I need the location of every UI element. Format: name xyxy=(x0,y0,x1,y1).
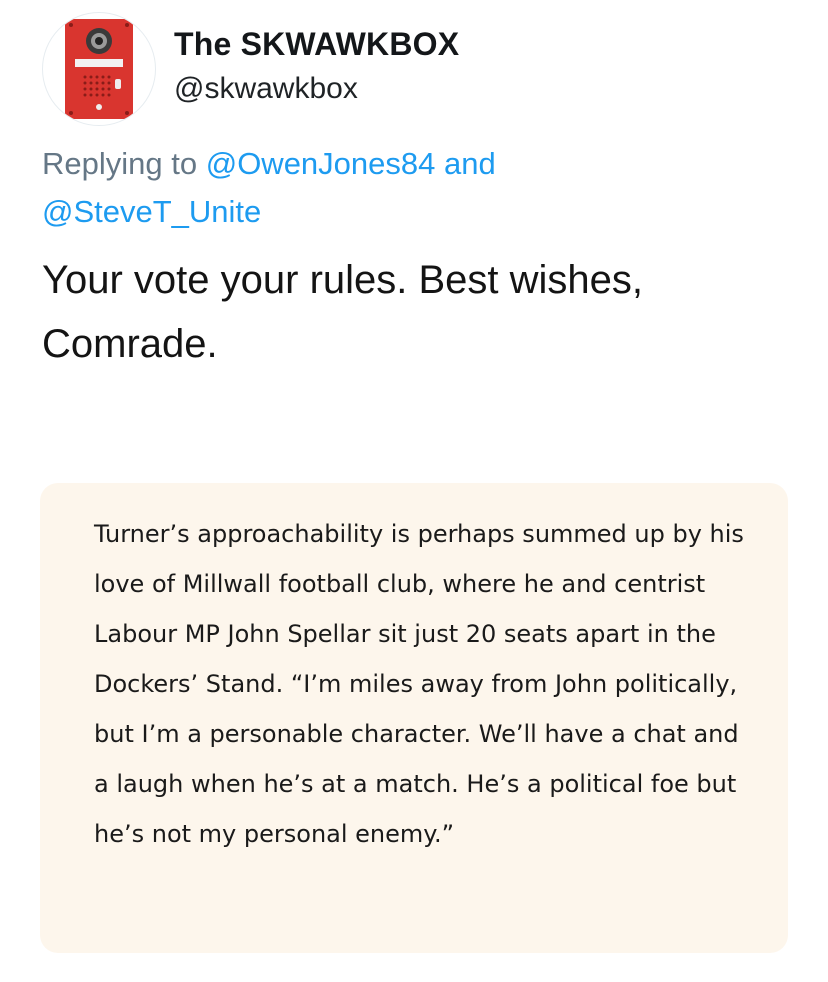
tweet: The SKWAWKBOX @skwawkbox Replying to @Ow… xyxy=(0,0,828,982)
reply-prefix: Replying to xyxy=(42,146,206,181)
intercom-logo-icon xyxy=(65,19,133,119)
avatar[interactable] xyxy=(42,12,156,126)
mention-link-owenjones84[interactable]: @OwenJones84 xyxy=(206,146,436,181)
quote-text: Turner’s approachability is perhaps summ… xyxy=(94,520,744,848)
tweet-text: Your vote your rules. Best wishes, Comra… xyxy=(42,258,644,366)
reply-joiner: and xyxy=(435,146,496,181)
reply-context: Replying to @OwenJones84 and @SteveT_Unit… xyxy=(42,140,782,236)
display-name[interactable]: The SKWAWKBOX xyxy=(174,26,459,63)
user-handle[interactable]: @skwawkbox xyxy=(174,72,358,106)
attached-quote-image[interactable]: Turner’s approachability is perhaps summ… xyxy=(40,483,788,953)
mention-link-stevet-unite[interactable]: @SteveT_Unite xyxy=(42,194,261,229)
